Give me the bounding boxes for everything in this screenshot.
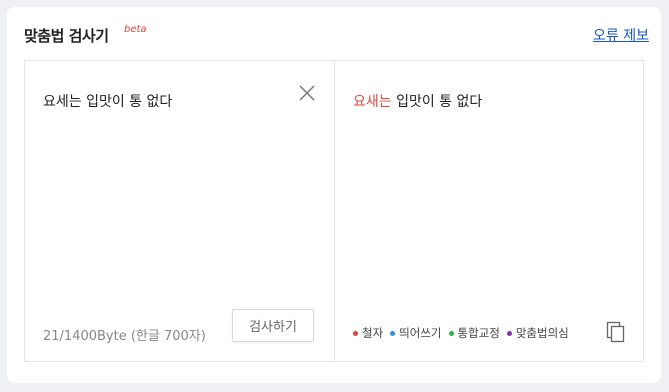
input-pane[interactable]: 요세는 입맛이 통 없다 21/1400Byte (한글 700자) 검사하기 (25, 61, 335, 361)
input-textarea[interactable]: 요세는 입맛이 통 없다 (43, 91, 172, 111)
legend-label: 맞춤법의심 (515, 326, 569, 340)
dot-icon (353, 330, 358, 336)
result-text: 요새는 입맛이 통 없다 (353, 91, 482, 111)
result-rest-text: 입맛이 통 없다 (391, 94, 483, 110)
dot-icon (390, 330, 396, 336)
legend: 철자 띄어쓰기 통합교정 맞춤법의심 (353, 325, 569, 341)
checker-panel: 요세는 입맛이 통 없다 21/1400Byte (한글 700자) 검사하기 … (24, 60, 644, 362)
legend-item-spacing: 띄어쓰기 (390, 325, 442, 341)
legend-item-integrated: 통합교정 (448, 325, 500, 341)
dot-icon (506, 330, 512, 336)
byte-counter: 21/1400Byte (한글 700자) (43, 329, 206, 344)
check-button[interactable]: 검사하기 (232, 309, 314, 342)
legend-item-spelling: 철자 (353, 325, 383, 341)
legend-label: 통합교정 (457, 326, 500, 340)
close-icon[interactable] (297, 83, 317, 103)
page-title: 맞춤법 검사기 (24, 27, 109, 45)
legend-label: 철자 (362, 326, 384, 340)
legend-label: 띄어쓰기 (399, 326, 442, 340)
dot-icon (448, 330, 454, 336)
report-error-link[interactable]: 오류 제보 (593, 25, 649, 45)
result-pane: 요새는 입맛이 통 없다 철자 띄어쓰기 통합교정 맞춤법의심 (335, 61, 644, 361)
legend-item-suspect: 맞춤법의심 (506, 325, 569, 341)
corrected-word[interactable]: 요새는 (353, 94, 392, 110)
spell-checker-card: 맞춤법 검사기 beta 오류 제보 요세는 입맛이 통 없다 21/1400B… (7, 7, 661, 383)
copy-icon[interactable] (606, 321, 626, 343)
beta-badge: beta (124, 24, 147, 35)
